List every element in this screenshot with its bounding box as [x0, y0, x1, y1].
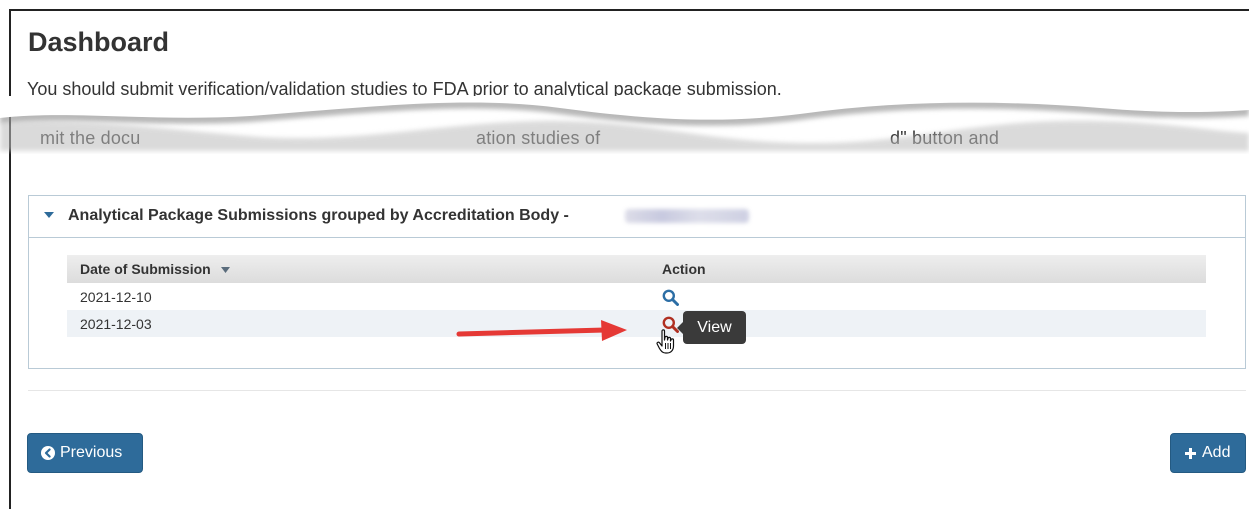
hand-cursor-icon	[656, 329, 675, 354]
previous-button[interactable]: Previous	[27, 433, 143, 473]
table-row: 2021-12-10	[67, 283, 1206, 310]
view-tooltip: View	[677, 311, 746, 344]
annotation-arrow-icon	[456, 320, 627, 341]
previous-button-label: Previous	[60, 444, 123, 461]
section-divider	[28, 390, 1246, 391]
submission-date: 2021-12-10	[80, 288, 152, 305]
action-cell	[649, 283, 1206, 310]
view-search-icon[interactable]	[662, 289, 679, 306]
table-row: 2021-12-03	[67, 310, 1206, 337]
add-button[interactable]: Add	[1170, 433, 1246, 473]
submissions-table: Date of Submission Action 2021-12-10 202…	[67, 255, 1206, 337]
column-header-date[interactable]: Date of Submission	[67, 255, 649, 283]
column-header-action: Action	[649, 255, 1206, 283]
panel-header[interactable]: Analytical Package Submissions grouped b…	[29, 196, 1245, 238]
plus-icon	[1184, 447, 1197, 460]
add-button-label: Add	[1202, 444, 1231, 461]
sort-desc-icon[interactable]	[220, 267, 230, 274]
page-title: Dashboard	[28, 27, 170, 57]
panel-title: Analytical Package Submissions grouped b…	[68, 207, 569, 224]
redacted-accreditation-body	[625, 209, 749, 223]
collapse-caret-icon[interactable]	[44, 212, 54, 218]
circle-arrow-left-icon	[41, 446, 55, 460]
torn-edge-graphic	[0, 96, 1249, 151]
